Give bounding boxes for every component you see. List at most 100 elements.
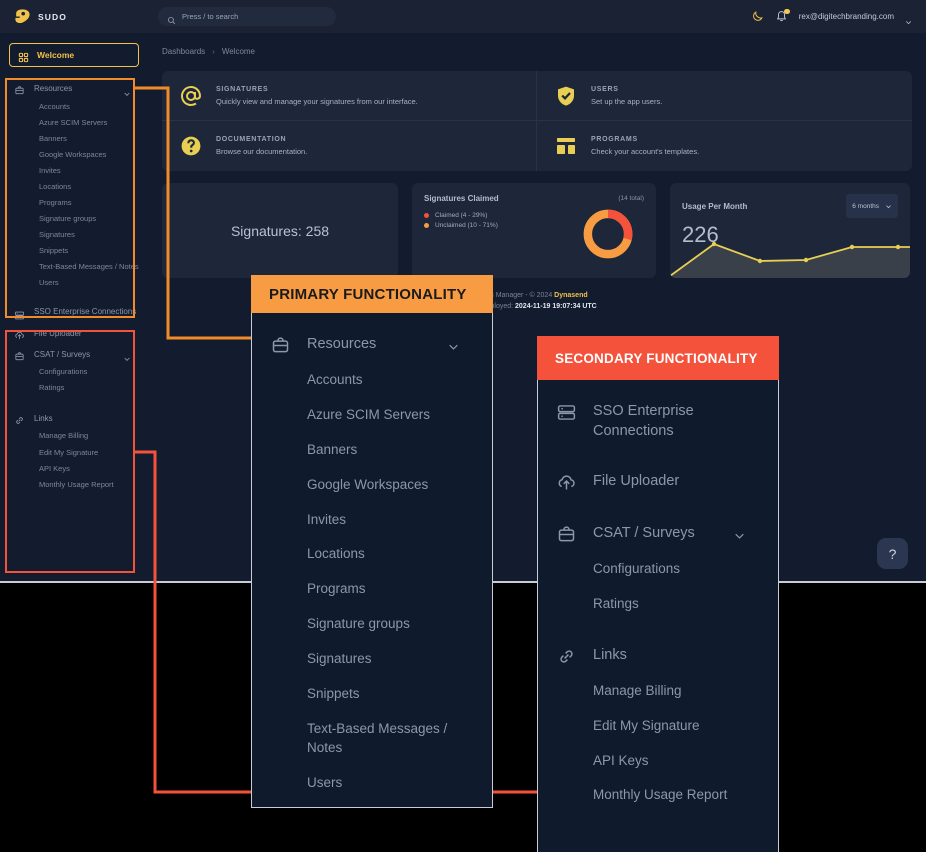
sidebar-item-csat-label: CSAT / Surveys	[34, 349, 91, 359]
callout-subitem[interactable]: Signature groups	[252, 607, 492, 642]
sidebar-subitem[interactable]: API Keys	[9, 461, 139, 477]
tile-desc: Check your account's templates.	[591, 147, 700, 156]
callout-subitem[interactable]: Snippets	[252, 677, 492, 712]
sidebar-subitem[interactable]: Accounts	[9, 99, 139, 115]
divider	[9, 397, 139, 408]
callout-subitem[interactable]: Signatures	[252, 642, 492, 677]
callout-subitem[interactable]: Programs	[252, 572, 492, 607]
callout-item-sso-label: SSO Enterprise Connections	[593, 403, 694, 439]
tile-title: SIGNATURES	[216, 85, 269, 93]
sidebar-item-links-label: Links	[34, 413, 53, 423]
callout-subitem[interactable]: Monthly Usage Report	[538, 778, 778, 813]
sidebar-subitem[interactable]: Banners	[9, 131, 139, 147]
callout-subitem[interactable]: Azure SCIM Servers	[252, 398, 492, 433]
box-icon	[14, 83, 25, 95]
sidebar-item-file-uploader[interactable]: File Uploader	[9, 323, 139, 344]
chevron-down-icon[interactable]	[905, 13, 912, 25]
sidebar-item-welcome-label: Welcome	[37, 50, 75, 60]
card-title: Signatures Claimed	[424, 194, 499, 203]
signatures-count-label: Signatures: 258	[230, 222, 330, 239]
sidebar-subitem[interactable]: Manage Billing	[9, 429, 139, 445]
callout-subitem[interactable]: Accounts	[252, 363, 492, 398]
callout-item-sso[interactable]: SSO Enterprise Connections	[538, 394, 778, 448]
callout-subitem[interactable]: Manage Billing	[538, 674, 778, 709]
sidebar-item-csat[interactable]: CSAT / Surveys	[9, 344, 139, 365]
tile-documentation[interactable]: DOCUMENTATION Browse our documentation.	[162, 121, 537, 171]
sidebar-subitem[interactable]: Signatures	[9, 228, 139, 244]
chevron-down-icon[interactable]	[123, 350, 131, 362]
user-email[interactable]: rex@digitechbranding.com	[799, 12, 894, 21]
range-value: 6 months	[852, 202, 879, 210]
server-icon	[14, 308, 25, 320]
tile-programs[interactable]: PROGRAMS Check your account's templates.	[537, 121, 912, 171]
search-input[interactable]: Press / to search	[158, 7, 336, 26]
callout-item-file-uploader[interactable]: File Uploader	[538, 464, 778, 500]
usage-area-chart	[670, 236, 910, 278]
sidebar-subitem[interactable]: Azure SCIM Servers	[9, 115, 139, 131]
callout-subitem[interactable]: Ratings	[538, 587, 778, 622]
chevron-down-icon[interactable]	[733, 529, 746, 542]
breadcrumb: Dashboards › Welcome	[148, 33, 926, 56]
sidebar-item-resources[interactable]: Resources	[9, 78, 139, 99]
callout-subitem[interactable]: Invites	[252, 503, 492, 538]
callout-item-links-label: Links	[593, 646, 627, 663]
callout-subitem[interactable]: API Keys	[538, 744, 778, 779]
sidebar-subitem[interactable]: Configurations	[9, 365, 139, 381]
sidebar-subitem[interactable]: Google Workspaces	[9, 147, 139, 163]
sidebar-subitem[interactable]: Text-Based Messages / Notes	[9, 260, 139, 276]
chevron-down-icon[interactable]	[123, 85, 131, 96]
screenshot-root: SUDO Press / to search rex@digitechbrand…	[0, 0, 926, 852]
sidebar-subitem[interactable]: Edit My Signature	[9, 445, 139, 461]
callout-subitem[interactable]: Banners	[252, 433, 492, 468]
box-icon	[556, 524, 577, 545]
callout-item-resources-label: Resources	[307, 336, 377, 352]
sidebar-subitem[interactable]: Signature groups	[9, 211, 139, 227]
callout-primary-title: PRIMARY FUNCTIONALITY	[251, 275, 493, 313]
tile-signatures[interactable]: SIGNATURES Quickly view and manage your …	[162, 71, 537, 121]
sidebar-subitem[interactable]: Locations	[9, 179, 139, 195]
card-signatures-claimed: Signatures Claimed (14 total) Claimed (4…	[412, 183, 656, 278]
legend-swatch	[424, 213, 429, 218]
range-select[interactable]: 6 months	[846, 194, 898, 218]
sidebar-item-csat-label: File Uploader	[34, 328, 82, 338]
sidebar-subitem[interactable]: Users	[9, 276, 139, 292]
card-signatures-count: Signatures: 258	[162, 183, 398, 278]
sidebar-item-welcome[interactable]: Welcome	[9, 43, 139, 67]
callout-subitem[interactable]: Configurations	[538, 552, 778, 587]
callout-item-resources[interactable]: Resources	[252, 327, 492, 363]
at-sign-icon	[179, 84, 203, 108]
card-total: (14 total)	[618, 195, 644, 202]
callout-primary-functionality: PRIMARY FUNCTIONALITY Resources Accounts…	[251, 275, 493, 808]
bell-icon[interactable]	[775, 8, 790, 24]
brand[interactable]: SUDO	[0, 8, 150, 25]
tile-users[interactable]: USERS Set up the app users.	[537, 71, 912, 121]
breadcrumb-parent[interactable]: Dashboards	[162, 47, 205, 56]
help-icon: ?	[888, 545, 897, 562]
legend-label: Unclaimed (10 - 71%)	[435, 222, 498, 229]
sidebar-item-resources-label: Resources	[34, 84, 73, 93]
sudo-logo-icon	[14, 8, 31, 25]
chevron-down-icon	[885, 197, 892, 215]
legend-label: Claimed (4 - 29%)	[435, 212, 488, 219]
callout-item-csat[interactable]: CSAT / Surveys	[538, 516, 778, 552]
notification-badge	[784, 8, 790, 14]
sidebar-subitem[interactable]: Monthly Usage Report	[9, 477, 139, 493]
callout-subitem[interactable]: Users	[252, 766, 492, 801]
sidebar-subitem[interactable]: Snippets	[9, 244, 139, 260]
help-button[interactable]: ?	[877, 538, 908, 569]
callout-subitem[interactable]: Text-Based Messages / Notes	[252, 712, 492, 766]
chevron-down-icon[interactable]	[447, 340, 460, 353]
sidebar-subitem[interactable]: Programs	[9, 195, 139, 211]
sidebar-item-sso[interactable]: SSO Enterprise Connections	[9, 303, 139, 323]
sidebar-subitem[interactable]: Ratings	[9, 381, 139, 397]
sidebar-item-links[interactable]: Links	[9, 408, 139, 429]
callout-item-links[interactable]: Links	[538, 638, 778, 674]
header-actions: rex@digitechbranding.com	[751, 0, 912, 33]
sidebar-subitem[interactable]: Invites	[9, 163, 139, 179]
callout-subitem[interactable]: Edit My Signature	[538, 709, 778, 744]
callout-subitem[interactable]: Locations	[252, 537, 492, 572]
callout-subitem[interactable]: Google Workspaces	[252, 468, 492, 503]
moon-icon[interactable]	[751, 10, 764, 23]
